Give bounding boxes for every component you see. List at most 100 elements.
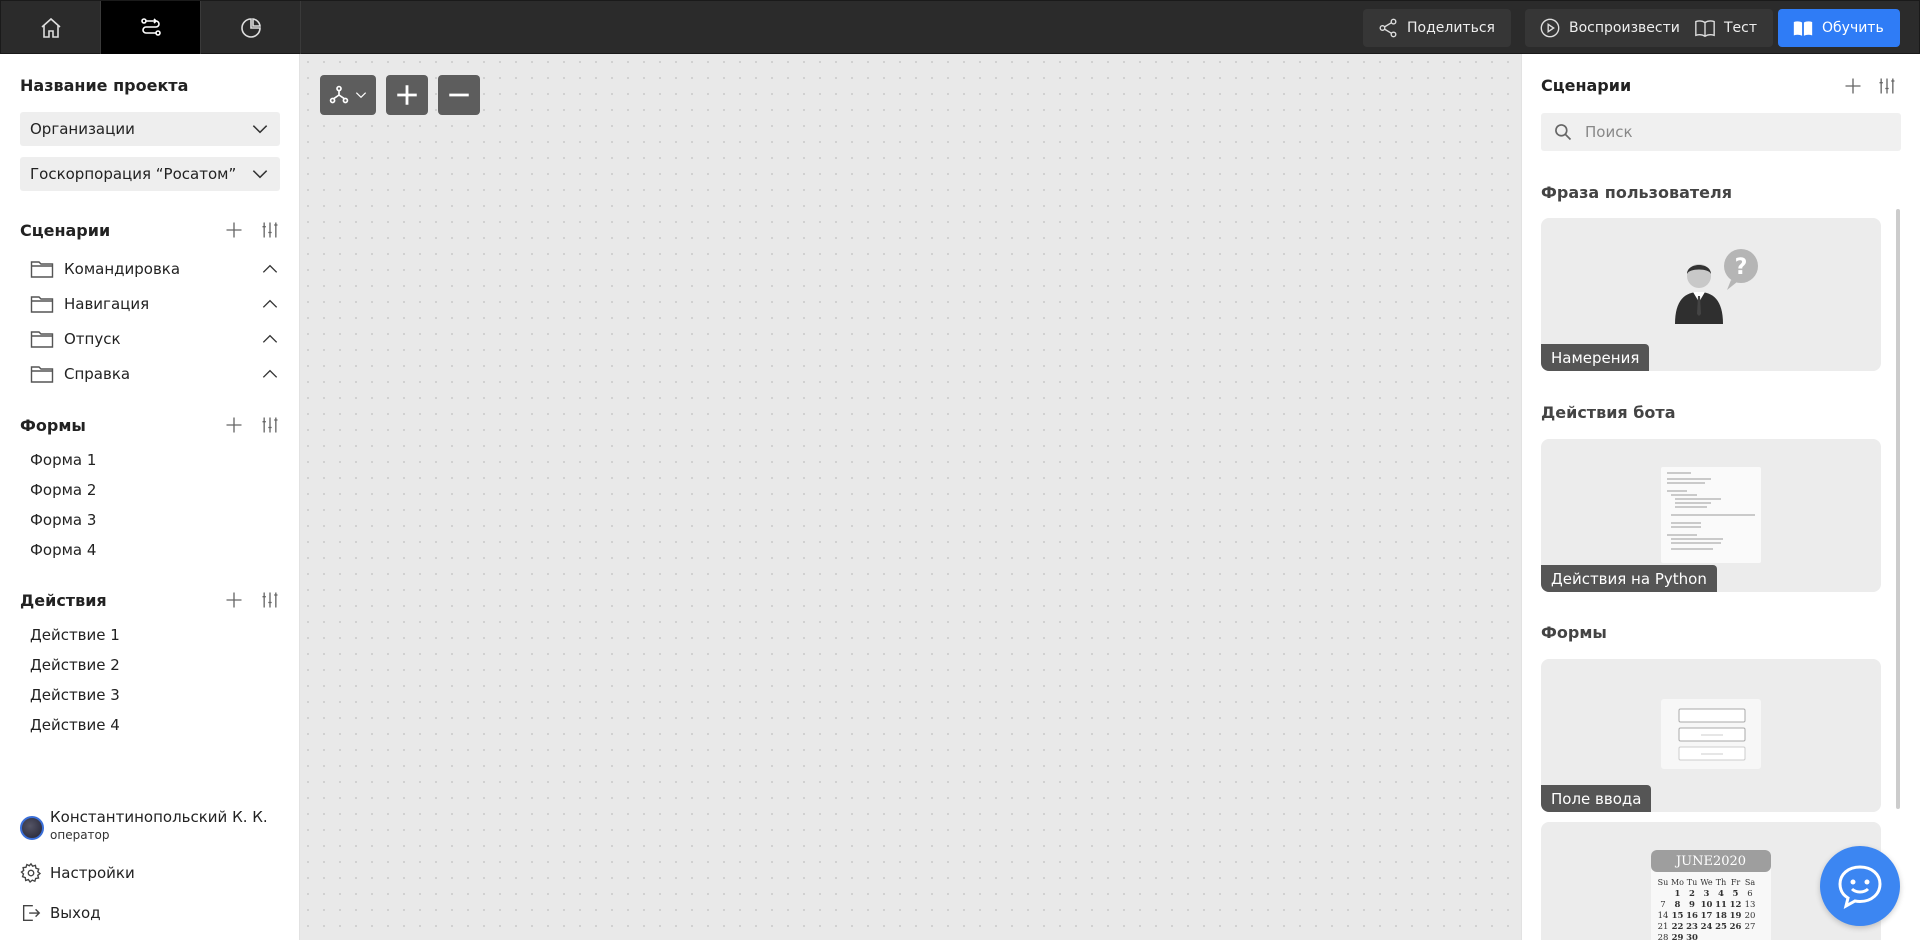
train-label: Обучить <box>1822 20 1884 36</box>
form-item[interactable]: Форма 1 <box>30 451 96 473</box>
settings-link[interactable]: Настройки <box>20 862 135 884</box>
share-icon <box>1379 18 1397 38</box>
filter-sliders-icon[interactable] <box>260 220 280 240</box>
folder-item[interactable]: Справка <box>30 361 280 387</box>
search-input[interactable] <box>1585 123 1885 141</box>
calendar-header: JUNE2020 <box>1674 854 1746 869</box>
layout-dropdown-button[interactable] <box>320 75 376 115</box>
card-label: Действия на Python <box>1541 565 1717 592</box>
folder-item[interactable]: Навигация <box>30 291 280 317</box>
calendar-day: 22 <box>1672 922 1684 932</box>
calendar-day: 23 <box>1686 922 1698 932</box>
gear-icon <box>20 862 42 883</box>
calendar-weekday: Sa <box>1745 878 1755 887</box>
category-title: Формы <box>1541 623 1607 642</box>
chevron-up-icon[interactable] <box>260 259 280 279</box>
calendar-day: 16 <box>1686 911 1698 921</box>
folder-item[interactable]: Командировка <box>30 256 280 282</box>
logout-link[interactable]: Выход <box>20 902 101 924</box>
user-profile[interactable]: Константинопольский К. К. оператор <box>20 808 268 842</box>
category-title: Фраза пользователя <box>1541 183 1732 202</box>
chevron-down-icon <box>252 125 268 134</box>
code-preview-illustration <box>1661 467 1761 563</box>
action-item[interactable]: Действие 2 <box>30 656 120 678</box>
tab-home[interactable] <box>1 1 101 55</box>
element-card-intents[interactable]: ? Намерения <box>1541 218 1881 371</box>
company-select[interactable]: Госкорпорация “Росатом” <box>20 157 280 191</box>
filter-sliders-icon[interactable] <box>1877 76 1897 96</box>
test-button[interactable]: Тест <box>1680 9 1774 47</box>
scrollbar[interactable] <box>1896 209 1900 809</box>
organization-select[interactable]: Организации <box>20 112 280 146</box>
avatar <box>20 816 44 840</box>
calendar-day: 6 <box>1747 889 1752 899</box>
top-bar: Поделиться Воспроизвести Тест Обучить <box>0 0 1920 55</box>
calendar-day: 11 <box>1715 900 1727 910</box>
calendar-day: 7 <box>1660 900 1665 910</box>
chevron-up-icon[interactable] <box>260 364 280 384</box>
tab-analytics[interactable] <box>201 1 301 55</box>
plus-icon[interactable] <box>224 220 244 240</box>
calendar-day: 10 <box>1701 900 1713 910</box>
action-item[interactable]: Действие 4 <box>30 716 120 738</box>
element-card-input-field[interactable]: Поле ввода <box>1541 659 1881 812</box>
test-label: Тест <box>1724 20 1758 36</box>
train-button[interactable]: Обучить <box>1778 9 1900 47</box>
element-card-python-actions[interactable]: Действия на Python <box>1541 439 1881 592</box>
zoom-in-button[interactable] <box>386 75 428 115</box>
chevron-up-icon[interactable] <box>260 329 280 349</box>
play-button[interactable]: Воспроизвести <box>1525 9 1696 47</box>
action-item[interactable]: Действие 1 <box>30 626 120 648</box>
plus-icon[interactable] <box>224 590 244 610</box>
form-fields-illustration <box>1661 699 1761 769</box>
form-item[interactable]: Форма 4 <box>30 541 96 563</box>
calendar-day: 26 <box>1730 922 1742 932</box>
book-icon <box>1695 20 1715 38</box>
form-item[interactable]: Форма 2 <box>30 481 96 503</box>
chat-button[interactable] <box>1820 846 1900 926</box>
tab-scenarios[interactable] <box>101 1 201 55</box>
logout-icon <box>22 904 41 922</box>
home-icon <box>40 17 61 38</box>
chevron-down-icon <box>252 170 268 179</box>
folder-label: Справка <box>64 365 131 383</box>
calendar-day: 19 <box>1730 911 1742 921</box>
calendar-day: 5 <box>1733 889 1739 899</box>
pie-chart-icon <box>240 18 261 38</box>
calendar-day: 18 <box>1715 911 1727 921</box>
category-title: Действия бота <box>1541 403 1676 422</box>
plus-icon[interactable] <box>1843 76 1863 96</box>
folder-icon <box>30 331 54 348</box>
company-select-value: Госкорпорация “Росатом” <box>30 165 237 183</box>
share-button[interactable]: Поделиться <box>1363 9 1511 47</box>
flow-canvas[interactable] <box>300 54 1521 940</box>
form-item[interactable]: Форма 3 <box>30 511 96 533</box>
plus-icon[interactable] <box>224 415 244 435</box>
folder-icon <box>30 261 54 278</box>
settings-label: Настройки <box>50 864 135 882</box>
calendar-day: 13 <box>1745 900 1756 910</box>
plus-icon <box>397 85 417 105</box>
calendar-day: 15 <box>1672 911 1684 921</box>
forms-title: Формы <box>20 415 86 435</box>
search-box <box>1541 113 1901 151</box>
actions-section-header: Действия <box>20 588 280 612</box>
minus-icon <box>449 93 469 97</box>
forms-section-header: Формы <box>20 413 280 437</box>
filter-sliders-icon[interactable] <box>260 590 280 610</box>
calendar-day: 20 <box>1745 911 1756 921</box>
calendar-day: 30 <box>1686 933 1698 940</box>
hierarchy-icon <box>329 85 349 104</box>
calendar-day: 9 <box>1689 900 1695 910</box>
chevron-up-icon[interactable] <box>260 294 280 314</box>
filter-sliders-icon[interactable] <box>260 415 280 435</box>
card-label: Намерения <box>1541 344 1650 371</box>
zoom-out-button[interactable] <box>438 75 480 115</box>
action-item[interactable]: Действие 3 <box>30 686 120 708</box>
calendar-day: 1 <box>1675 889 1681 899</box>
folder-label: Отпуск <box>64 330 121 348</box>
project-title: Название проекта <box>20 76 189 95</box>
folder-item[interactable]: Отпуск <box>30 326 280 352</box>
play-icon <box>1540 18 1560 38</box>
calendar-weekday: Tu <box>1687 878 1698 887</box>
